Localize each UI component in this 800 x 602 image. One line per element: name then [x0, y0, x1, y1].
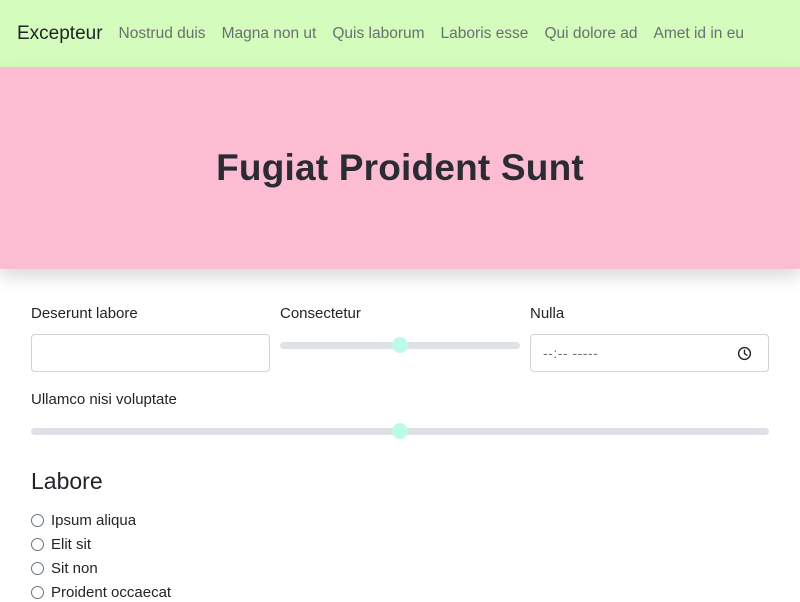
consectetur-slider[interactable] — [280, 335, 520, 355]
radio-button[interactable] — [31, 513, 44, 527]
radio-option-proident-occaecat[interactable]: Proident occaecat — [31, 582, 171, 602]
radio-button[interactable] — [31, 537, 44, 551]
radio-button[interactable] — [31, 561, 44, 575]
consectetur-slider-thumb[interactable] — [392, 337, 408, 353]
radio-button[interactable] — [31, 585, 44, 599]
nulla-label: Nulla — [530, 305, 565, 322]
nulla-time-placeholder: --:-- ----- — [543, 345, 599, 361]
radio-label: Elit sit — [51, 535, 92, 553]
nav-link-amet-id-in-eu[interactable]: Amet id in eu — [646, 25, 752, 43]
radio-option-ipsum-aliqua[interactable]: Ipsum aliqua — [31, 510, 136, 530]
deserunt-labore-input[interactable] — [31, 334, 270, 372]
ullamco-nisi-voluptate-slider[interactable] — [31, 421, 769, 441]
deserunt-labore-label: Deserunt labore — [31, 305, 138, 322]
nav-link-qui-dolore-ad[interactable]: Qui dolore ad — [536, 25, 645, 43]
radio-label: Ipsum aliqua — [51, 511, 137, 529]
nav-link-laboris-esse[interactable]: Laboris esse — [433, 25, 537, 43]
ullamco-slider-thumb[interactable] — [392, 423, 408, 439]
nav-link-nostrud-duis[interactable]: Nostrud duis — [111, 25, 214, 43]
clock-icon[interactable] — [737, 346, 752, 361]
ullamco-nisi-voluptate-label: Ullamco nisi voluptate — [31, 391, 177, 408]
radio-label: Proident occaecat — [51, 583, 172, 601]
nulla-time-input[interactable]: --:-- ----- — [530, 334, 769, 372]
nav-link-magna-non-ut[interactable]: Magna non ut — [214, 25, 325, 43]
hero-banner: Fugiat Proident Sunt — [0, 67, 800, 269]
nav-links: Nostrud duis Magna non ut Quis laborum L… — [111, 25, 752, 43]
consectetur-label: Consectetur — [280, 305, 361, 322]
nav-link-quis-laborum[interactable]: Quis laborum — [324, 25, 432, 43]
navbar: Excepteur Nostrud duis Magna non ut Quis… — [0, 0, 800, 67]
labore-section-title: Labore — [31, 468, 103, 494]
hero-title: Fugiat Proident Sunt — [216, 147, 584, 188]
radio-option-elit-sit[interactable]: Elit sit — [31, 534, 91, 554]
radio-option-sit-non[interactable]: Sit non — [31, 558, 98, 578]
navbar-brand[interactable]: Excepteur — [17, 23, 103, 45]
radio-label: Sit non — [51, 559, 98, 577]
